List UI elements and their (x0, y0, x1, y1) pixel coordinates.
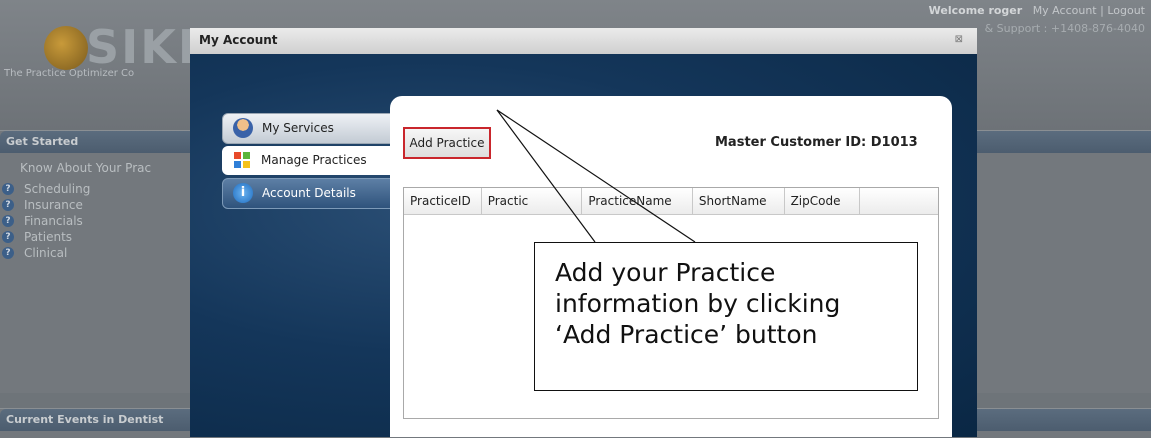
know-about-heading: Know About Your Prac (20, 161, 152, 175)
list-item-financials[interactable]: ? Financials (0, 213, 90, 229)
column-header[interactable]: PracticeName (582, 188, 693, 214)
my-account-link[interactable]: My Account (1033, 4, 1097, 17)
tab-account-details[interactable]: i Account Details (222, 178, 396, 209)
sikka-logo: SIKK (18, 20, 218, 74)
column-header[interactable]: PracticeID (404, 188, 482, 214)
tagline: The Practice Optimizer Co (4, 68, 135, 79)
list-item-clinical[interactable]: ? Clinical (0, 245, 90, 261)
logo-mark-icon (44, 26, 88, 70)
menu-separator: | (1100, 4, 1104, 17)
help-icon: ? (2, 199, 14, 211)
list-item-insurance[interactable]: ? Insurance (0, 197, 90, 213)
get-started-list: ? Scheduling ? Insurance ? Financials ? Pati… (0, 181, 90, 261)
help-icon: ? (2, 183, 14, 195)
support-phone: & Support : +1408-876-4040 (984, 22, 1145, 35)
tab-manage-practices[interactable]: Manage Practices (222, 146, 397, 175)
help-icon: ? (2, 215, 14, 227)
instruction-callout: Add your Practice information by clickin… (534, 242, 918, 391)
welcome-text: Welcome roger (928, 4, 1023, 17)
list-item-scheduling[interactable]: ? Scheduling (0, 181, 90, 197)
callout-line: information by clicking (555, 289, 841, 318)
modal-titlebar[interactable]: My Account ⊠ (190, 28, 977, 54)
column-header[interactable]: ShortName (693, 188, 785, 214)
right-panel-header (970, 131, 1151, 153)
tab-my-services[interactable]: My Services (222, 113, 396, 144)
logout-link[interactable]: Logout (1107, 4, 1145, 17)
user-icon (233, 118, 253, 138)
column-header (860, 188, 938, 214)
user-menu: Welcome roger My Account | Logout (929, 4, 1145, 17)
help-icon: ? (2, 231, 14, 243)
right-panel-header-2 (970, 409, 1151, 431)
close-icon[interactable]: ⊠ (955, 34, 963, 45)
practices-icon (232, 150, 252, 170)
column-header[interactable]: ZipCode (785, 188, 861, 214)
callout-line: ‘Add Practice’ button (555, 320, 818, 349)
modal-title: My Account (199, 33, 278, 47)
tab-label: My Services (262, 121, 334, 135)
tab-label: Manage Practices (261, 153, 367, 167)
add-practice-button[interactable]: Add Practice (403, 127, 491, 159)
info-icon: i (233, 183, 253, 203)
master-customer-id: Master Customer ID: D1013 (715, 135, 918, 150)
help-icon: ? (2, 247, 14, 259)
column-header[interactable]: Practic (482, 188, 583, 214)
callout-text: Add your Practice information by clickin… (555, 257, 915, 350)
list-item-patients[interactable]: ? Patients (0, 229, 90, 245)
grid-header: PracticeID Practic PracticeName ShortNam… (404, 188, 938, 215)
callout-line: Add your Practice (555, 258, 776, 287)
tab-label: Account Details (262, 186, 356, 200)
